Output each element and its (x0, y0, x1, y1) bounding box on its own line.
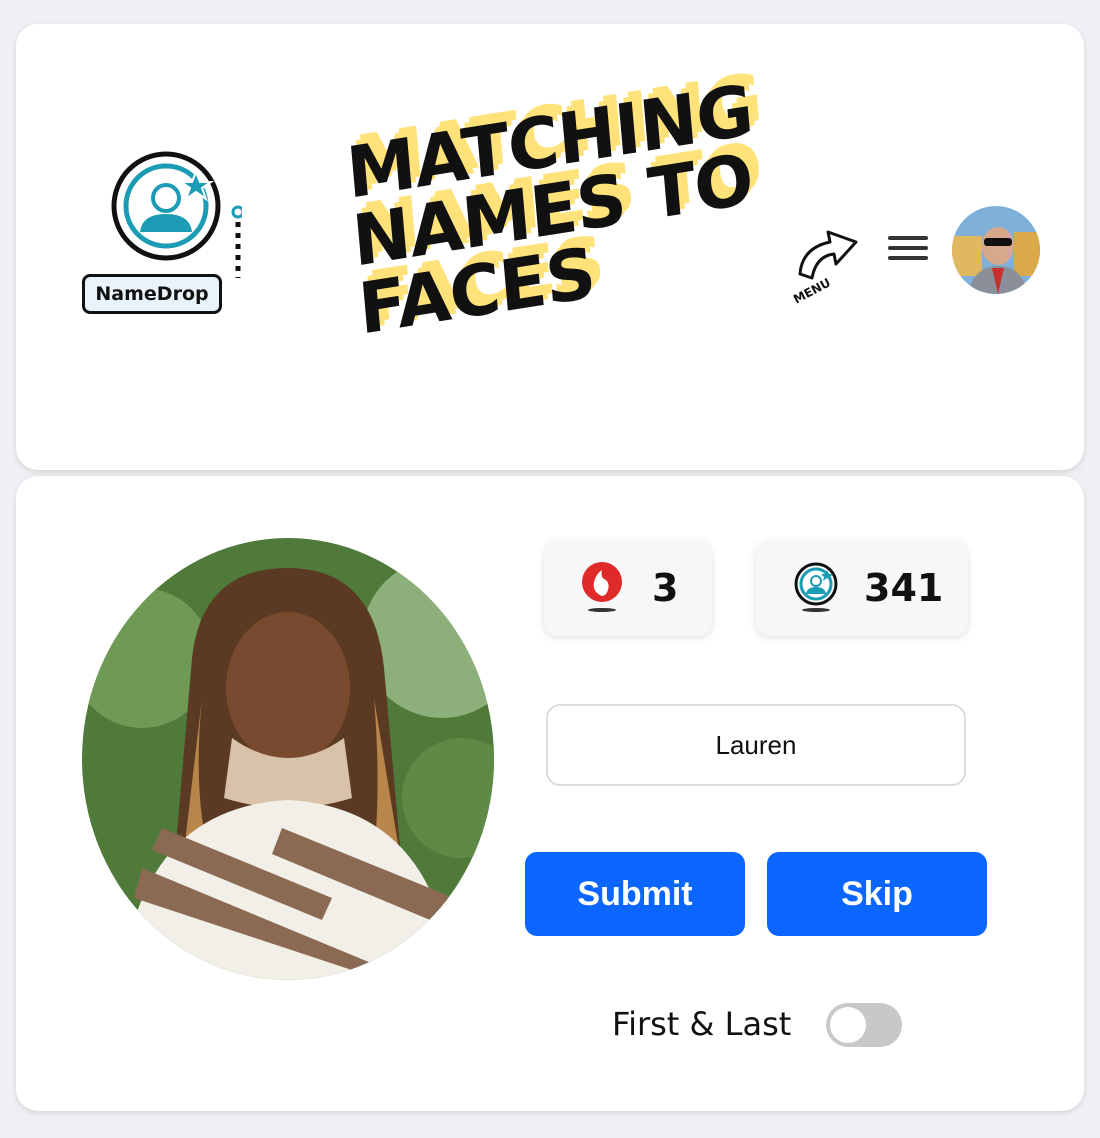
headline-graphic: MATCHING NAMES TO FACES (320, 69, 790, 390)
submit-button[interactable]: Submit (525, 852, 745, 936)
person-portrait-photo (82, 538, 494, 980)
total-count: 341 (864, 566, 944, 610)
namedrop-logo[interactable]: NameDrop (82, 128, 245, 328)
name-guess-input[interactable] (546, 704, 966, 786)
hamburger-menu-icon[interactable] (886, 232, 930, 266)
skip-button[interactable]: Skip (767, 852, 987, 936)
streak-stat: 3 (544, 540, 712, 636)
first-last-toggle-label: First & Last (612, 1005, 792, 1043)
streak-count: 3 (652, 566, 679, 610)
namedrop-face-icon (111, 151, 245, 290)
menu-hint: MENU (786, 208, 866, 318)
flame-icon (582, 562, 622, 612)
first-last-toggle[interactable] (826, 1003, 902, 1047)
user-avatar[interactable] (952, 206, 1040, 294)
brand-name: NameDrop (82, 274, 222, 314)
namedrop-face-icon (794, 562, 838, 612)
total-stat: 341 (756, 540, 968, 636)
toggle-knob (830, 1007, 866, 1043)
